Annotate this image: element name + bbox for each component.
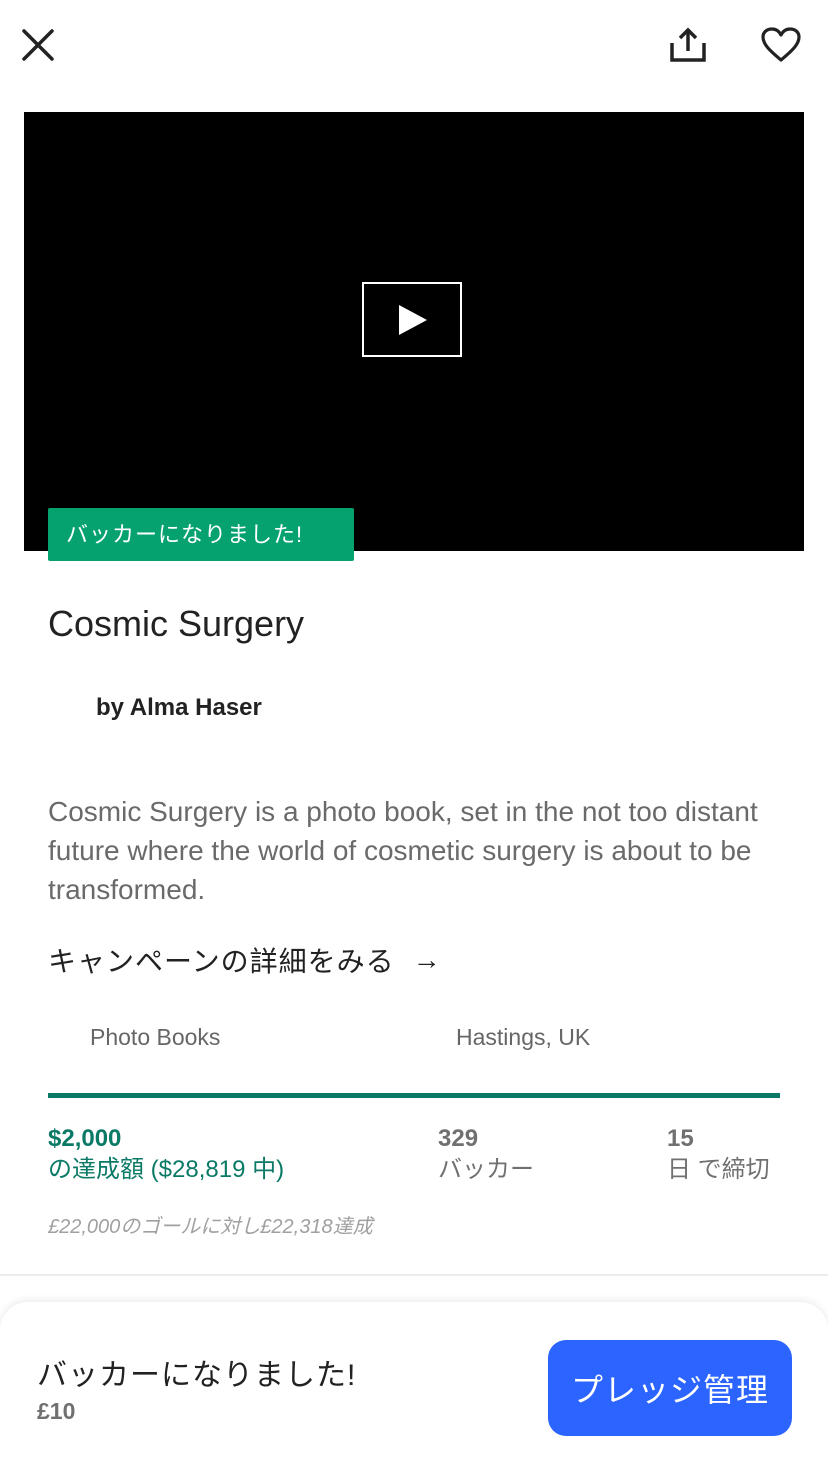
backers-label: バッカー (438, 1156, 534, 1183)
campaign-details-link[interactable]: キャンペーンの詳細をみる → (48, 940, 442, 980)
share-icon (670, 27, 706, 62)
play-icon (399, 304, 427, 335)
close-icon (22, 29, 54, 61)
days-left-label: 日 で締切 (667, 1156, 770, 1183)
backers-stat: 329 バッカー (438, 1124, 534, 1186)
goal-note: £22,000のゴールに対し£22,318達成 (48, 1216, 373, 1238)
divider (0, 1274, 828, 1276)
project-title: Cosmic Surgery (48, 603, 305, 644)
project-description: Cosmic Surgery is a photo book, set in t… (48, 796, 758, 905)
play-button[interactable] (362, 282, 462, 357)
manage-pledge-button[interactable]: プレッジ管理 (548, 1340, 792, 1436)
close-button[interactable] (8, 15, 68, 75)
funding-progress-fill (48, 1093, 780, 1098)
pledged-stat: $2,000 の達成額 ($28,819 中) (48, 1124, 284, 1186)
pledged-label: の達成額 ($28,819 中) (48, 1156, 285, 1183)
creator-name[interactable]: by Alma Haser (96, 694, 262, 722)
project-page: バッカーになりました! Cosmic Surgery by Alma Haser… (0, 0, 828, 1472)
campaign-link-label: キャンペーンの詳細をみる (48, 946, 395, 977)
heart-icon (761, 27, 801, 62)
video-player[interactable] (24, 112, 804, 551)
favorite-button[interactable] (751, 15, 811, 75)
location-tag[interactable]: Hastings, UK (456, 1024, 590, 1051)
share-button[interactable] (658, 15, 718, 75)
backer-badge: バッカーになりました! (48, 508, 354, 561)
days-left-value: 15 (667, 1125, 694, 1152)
arrow-right-icon: → (412, 944, 442, 975)
days-left-stat: 15 日 で締切 (667, 1124, 770, 1186)
pledge-bottom-bar: バッカーになりました! £10 プレッジ管理 (0, 1302, 828, 1472)
category-tag[interactable]: Photo Books (90, 1024, 220, 1051)
backers-value: 329 (438, 1125, 479, 1152)
pledge-amount: £10 (37, 1398, 76, 1424)
funding-progress-bar (48, 1093, 780, 1098)
pledged-value: $2,000 (48, 1125, 122, 1152)
backed-status-title: バッカーになりました! (37, 1359, 357, 1392)
top-bar (0, 0, 828, 100)
